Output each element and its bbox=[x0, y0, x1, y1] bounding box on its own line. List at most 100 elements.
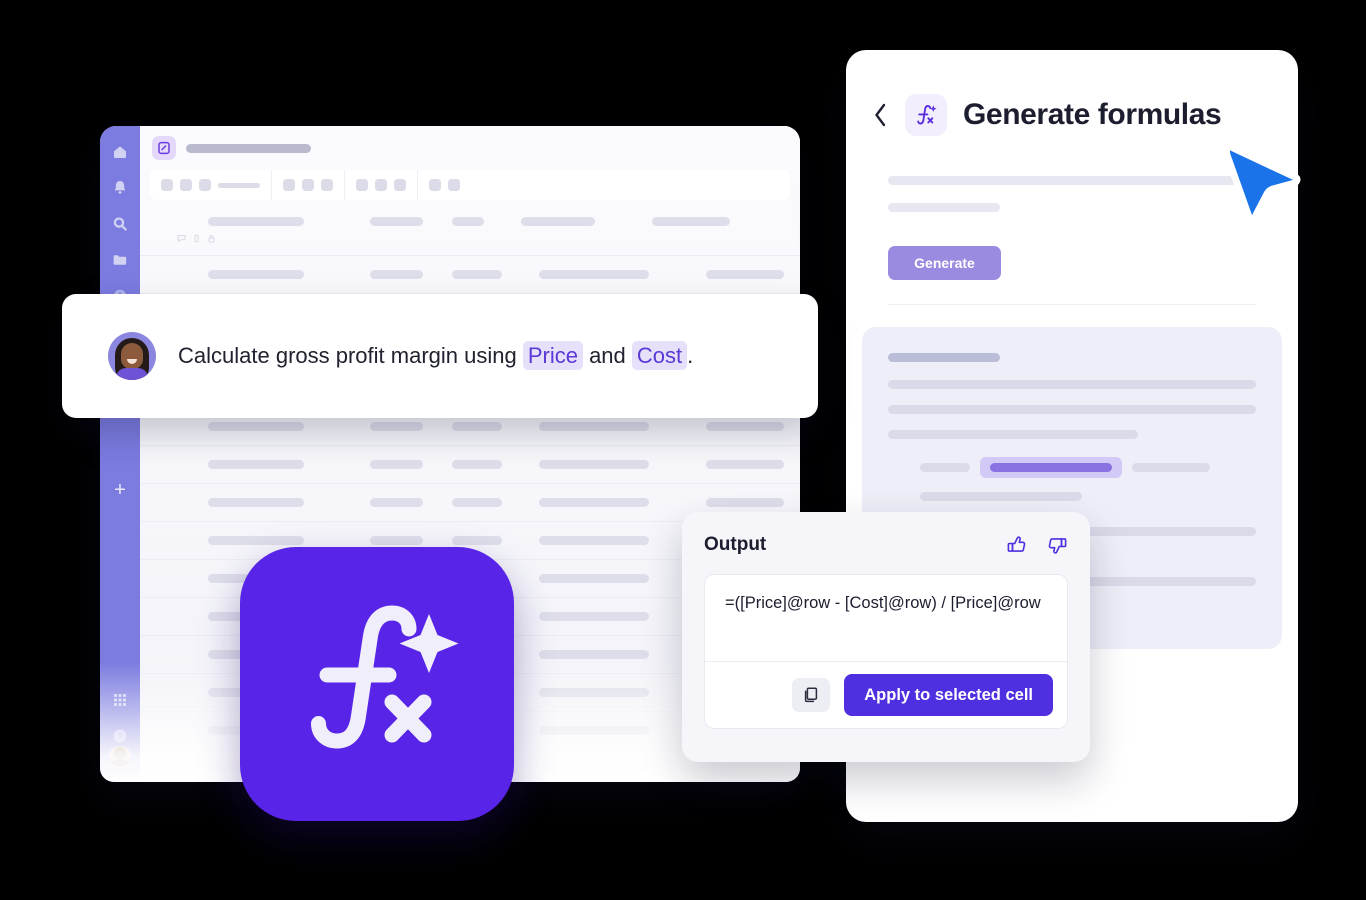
chevron-left-icon[interactable] bbox=[872, 101, 889, 129]
formula-text[interactable]: =([Price]@row - [Cost]@row) / [Price]@ro… bbox=[705, 575, 1067, 661]
grid-cell[interactable] bbox=[706, 460, 784, 469]
toolbar-button[interactable] bbox=[302, 179, 314, 191]
grid-cell[interactable] bbox=[539, 460, 649, 469]
grid-cell[interactable] bbox=[370, 270, 423, 279]
result-line bbox=[888, 405, 1256, 414]
folder-icon[interactable] bbox=[110, 250, 130, 270]
grid-cell[interactable] bbox=[706, 422, 784, 431]
grid-cell[interactable] bbox=[370, 536, 423, 545]
formula-result-box: =([Price]@row - [Cost]@row) / [Price]@ro… bbox=[704, 574, 1068, 729]
grid-cell[interactable] bbox=[539, 688, 649, 697]
thumbs-down-icon[interactable] bbox=[1046, 534, 1068, 556]
page-title: Generate formulas bbox=[963, 98, 1222, 131]
grid-cell[interactable] bbox=[452, 422, 502, 431]
spreadsheet-topbar bbox=[140, 126, 800, 170]
notifications-bell-icon[interactable] bbox=[110, 178, 130, 198]
lock-icon bbox=[208, 235, 215, 243]
output-title: Output bbox=[704, 534, 767, 555]
toolbar-group-2 bbox=[272, 170, 345, 200]
toolbar-group-3 bbox=[345, 170, 418, 200]
grid-cell[interactable] bbox=[370, 422, 423, 431]
grid-cell[interactable] bbox=[539, 270, 649, 279]
prompt-text-part: and bbox=[582, 342, 632, 368]
grid-cell[interactable] bbox=[539, 612, 649, 621]
toolbar-button[interactable] bbox=[429, 179, 441, 191]
document-title-placeholder bbox=[186, 143, 311, 153]
grid-cell[interactable] bbox=[208, 217, 304, 226]
person-avatar bbox=[108, 332, 156, 380]
grid-cell[interactable] bbox=[539, 536, 649, 545]
toolbar-button[interactable] bbox=[321, 179, 333, 191]
grid-cell[interactable] bbox=[370, 460, 423, 469]
app-sidebar: + ? bbox=[100, 126, 140, 782]
help-icon[interactable]: ? bbox=[110, 726, 130, 746]
toolbar-button[interactable] bbox=[161, 179, 173, 191]
table-row[interactable] bbox=[140, 208, 800, 256]
grid-cell[interactable] bbox=[521, 217, 595, 226]
grid-cell[interactable] bbox=[539, 726, 649, 735]
toolbar-button[interactable] bbox=[394, 179, 406, 191]
grid-cell[interactable] bbox=[208, 422, 304, 431]
grid-cell[interactable] bbox=[452, 536, 502, 545]
column-chip-price[interactable]: Price bbox=[522, 340, 583, 370]
grid-cell[interactable] bbox=[208, 270, 304, 279]
toolbar-button[interactable] bbox=[356, 179, 368, 191]
output-actions: Apply to selected cell bbox=[705, 661, 1067, 728]
column-chip-cost[interactable]: Cost bbox=[631, 340, 688, 370]
toolbar-button[interactable] bbox=[448, 179, 460, 191]
grid-cell[interactable] bbox=[208, 460, 304, 469]
attachment-icon bbox=[194, 234, 199, 243]
toolbar-group-4 bbox=[418, 170, 471, 200]
toolbar-field-placeholder[interactable] bbox=[218, 182, 260, 188]
grid-cell[interactable] bbox=[452, 460, 502, 469]
feedback-controls bbox=[1006, 534, 1068, 556]
spreadsheet-toolbar bbox=[150, 170, 790, 200]
prompt-text-part: Calculate gross profit margin using bbox=[178, 342, 523, 368]
grid-cell[interactable] bbox=[370, 217, 423, 226]
grid-cell[interactable] bbox=[208, 498, 304, 507]
toolbar-button[interactable] bbox=[180, 179, 192, 191]
toolbar-button[interactable] bbox=[199, 179, 211, 191]
panel-header: Generate formulas bbox=[846, 50, 1298, 136]
formula-sparkle-app-icon bbox=[240, 547, 514, 821]
apply-to-selected-cell-button[interactable]: Apply to selected cell bbox=[844, 674, 1053, 716]
apps-grid-icon[interactable] bbox=[110, 690, 130, 710]
grid-cell[interactable] bbox=[706, 270, 784, 279]
svg-text:?: ? bbox=[118, 731, 123, 741]
panel-divider bbox=[888, 304, 1256, 305]
grid-cell[interactable] bbox=[452, 498, 502, 507]
copy-icon[interactable] bbox=[792, 678, 831, 712]
table-row[interactable] bbox=[140, 256, 800, 294]
result-line bbox=[888, 430, 1139, 439]
grid-cell[interactable] bbox=[539, 574, 649, 583]
grid-cell[interactable] bbox=[539, 422, 649, 431]
thumbs-up-icon[interactable] bbox=[1006, 534, 1028, 556]
grid-cell[interactable] bbox=[706, 764, 784, 773]
result-line bbox=[888, 380, 1256, 389]
toolbar-group-1 bbox=[150, 170, 272, 200]
grid-cell[interactable] bbox=[208, 536, 304, 545]
grid-cell[interactable] bbox=[539, 764, 649, 773]
grid-cell[interactable] bbox=[652, 217, 730, 226]
sheet-document-icon[interactable] bbox=[152, 136, 176, 160]
toolbar-button[interactable] bbox=[283, 179, 295, 191]
add-button[interactable]: + bbox=[109, 479, 131, 501]
generate-button[interactable]: Generate bbox=[888, 246, 1001, 280]
grid-cell[interactable] bbox=[539, 650, 649, 659]
result-highlight-chip bbox=[980, 457, 1122, 478]
table-row[interactable] bbox=[140, 446, 800, 484]
screenshot-stage: + ? Generate formulas Generate Calculate… bbox=[0, 0, 1366, 900]
grid-cell[interactable] bbox=[452, 270, 502, 279]
grid-cell[interactable] bbox=[539, 498, 649, 507]
grid-cell[interactable] bbox=[370, 498, 423, 507]
home-icon[interactable] bbox=[110, 142, 130, 162]
grid-cell[interactable] bbox=[452, 217, 484, 226]
prompt-text-part: . bbox=[687, 342, 694, 368]
result-heading-placeholder bbox=[888, 353, 1000, 362]
user-avatar[interactable] bbox=[109, 746, 131, 768]
grid-cell[interactable] bbox=[706, 498, 784, 507]
toolbar-button[interactable] bbox=[375, 179, 387, 191]
result-line bbox=[1132, 463, 1210, 472]
search-icon[interactable] bbox=[110, 214, 130, 234]
prompt-input-placeholder[interactable] bbox=[888, 176, 1256, 185]
